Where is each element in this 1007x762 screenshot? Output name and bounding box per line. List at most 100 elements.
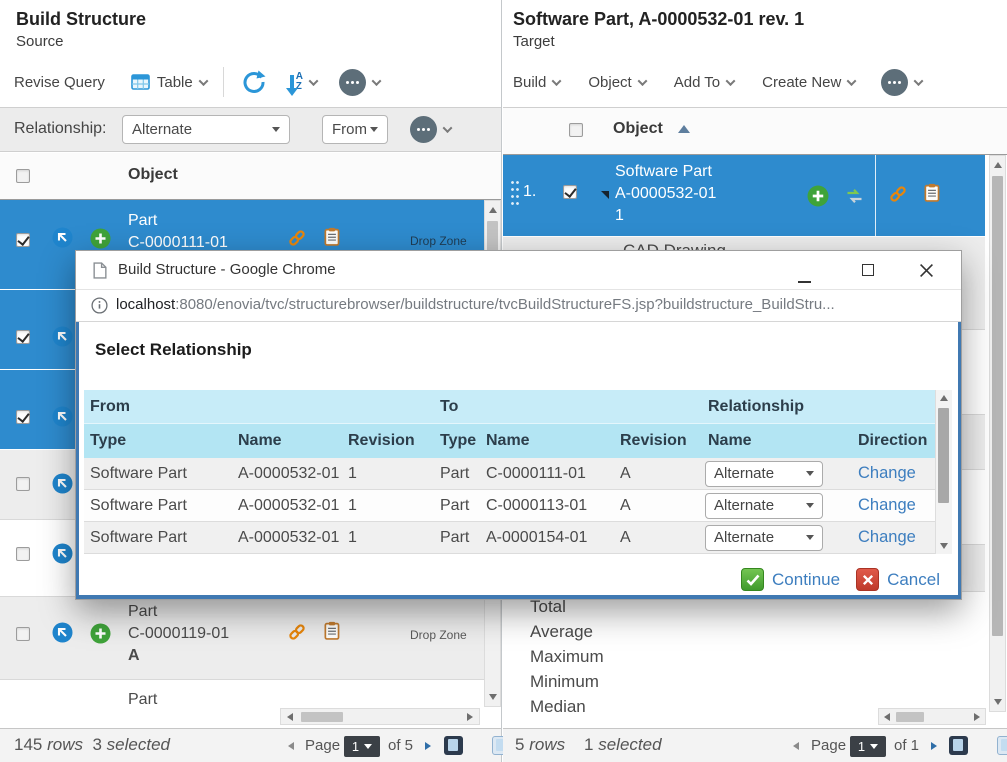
drop-zone[interactable]: Drop Zone	[410, 628, 467, 642]
relationship-select[interactable]: Alternate	[122, 115, 290, 144]
scrollbar-thumb[interactable]	[301, 712, 343, 722]
maximize-button[interactable]	[862, 264, 874, 276]
page-label: Page	[305, 737, 340, 754]
object-menu-button[interactable]: Object	[588, 74, 645, 91]
scrollbar-thumb[interactable]	[992, 176, 1003, 636]
continue-button[interactable]	[741, 568, 764, 591]
cancel-button[interactable]	[856, 568, 879, 591]
scroll-up-icon[interactable]	[489, 207, 497, 213]
object-column-header[interactable]: Object	[613, 120, 663, 138]
navigate-icon[interactable]	[52, 227, 73, 253]
scroll-up-icon[interactable]	[940, 395, 948, 401]
refresh-button[interactable]	[240, 68, 268, 96]
minimize-icon	[798, 281, 811, 283]
dialog-table-scrollbar[interactable]	[935, 390, 952, 554]
clipboard-icon[interactable]	[324, 621, 340, 645]
row-name[interactable]: C-0000119-01	[128, 623, 229, 645]
replace-icon[interactable]	[845, 188, 864, 209]
to-name: C-0000111-01	[480, 465, 614, 483]
relationship-select-value: Alternate	[714, 497, 774, 514]
source-more-menu-button[interactable]	[339, 69, 380, 96]
row-name[interactable]: A-0000532-01	[615, 183, 716, 205]
navigate-icon[interactable]	[52, 406, 73, 432]
object-column-header[interactable]: Object	[128, 166, 178, 184]
select-all-checkbox[interactable]	[16, 169, 30, 183]
row-checkbox[interactable]	[16, 627, 30, 641]
scrollbar-thumb[interactable]	[896, 712, 924, 722]
minimize-button[interactable]	[798, 270, 811, 288]
relationship-select[interactable]: Alternate	[705, 461, 823, 487]
page-select[interactable]: 1	[344, 736, 380, 757]
select-all-checkbox[interactable]	[569, 123, 583, 137]
add-to-menu-button[interactable]: Add To	[674, 74, 734, 91]
scroll-left-icon[interactable]	[884, 713, 890, 721]
link-icon[interactable]	[889, 185, 907, 208]
build-menu-button[interactable]: Build	[513, 74, 560, 91]
drag-handle[interactable]	[510, 179, 519, 209]
maximize-rows-button[interactable]	[444, 736, 463, 755]
source-toolbar: Revise Query Table A	[0, 60, 502, 104]
row-checkbox[interactable]	[16, 233, 30, 247]
clipboard-icon[interactable]	[924, 183, 940, 207]
navigate-icon[interactable]	[52, 622, 73, 648]
prev-page-button[interactable]	[288, 742, 294, 750]
target-more-menu-button[interactable]	[881, 69, 922, 96]
row-checkbox[interactable]	[16, 330, 30, 344]
sort-ascending-icon[interactable]	[678, 125, 690, 133]
popup-titlebar[interactable]: Build Structure - Google Chrome	[76, 251, 961, 290]
add-icon[interactable]	[90, 623, 111, 649]
collapse-icon[interactable]	[601, 191, 609, 199]
change-direction-link[interactable]: Change	[852, 464, 935, 483]
scroll-down-icon[interactable]	[994, 699, 1002, 705]
table-view-button[interactable]: Table	[131, 74, 207, 91]
page-size-button[interactable]	[997, 736, 1007, 755]
change-direction-link[interactable]: Change	[852, 496, 935, 515]
url-text[interactable]: localhost:8080/enovia/tvc/structurebrows…	[116, 296, 835, 314]
row-checkbox[interactable]	[563, 185, 577, 199]
prev-page-button[interactable]	[793, 742, 799, 750]
scrollbar-thumb[interactable]	[938, 408, 949, 503]
drop-zone[interactable]: Drop Zone	[410, 234, 467, 248]
maximize-rows-button[interactable]	[949, 736, 968, 755]
app: Build Structure Source Revise Query Tabl…	[0, 0, 1007, 762]
page-select[interactable]: 1	[850, 736, 886, 757]
direction-select[interactable]: From	[322, 115, 388, 144]
target-horizontal-scrollbar[interactable]	[878, 708, 986, 725]
scroll-right-icon[interactable]	[974, 713, 980, 721]
sort-button[interactable]: A Z	[290, 72, 317, 92]
source-horizontal-scrollbar[interactable]	[280, 708, 480, 725]
close-button[interactable]	[919, 263, 934, 283]
link-icon[interactable]	[288, 623, 306, 646]
scroll-up-icon[interactable]	[994, 162, 1002, 168]
scroll-down-icon[interactable]	[940, 543, 948, 549]
link-icon[interactable]	[288, 229, 306, 252]
navigate-icon[interactable]	[52, 326, 73, 352]
scroll-right-icon[interactable]	[467, 713, 473, 721]
cancel-label[interactable]: Cancel	[887, 570, 940, 590]
scroll-down-icon[interactable]	[489, 694, 497, 700]
table-row[interactable]: Part C-0000119-01 A Drop Zone	[0, 597, 501, 680]
add-icon[interactable]	[807, 185, 829, 212]
next-page-button[interactable]	[425, 742, 431, 750]
row-checkbox[interactable]	[16, 547, 30, 561]
row-checkbox[interactable]	[16, 477, 30, 491]
clipboard-icon[interactable]	[324, 227, 340, 251]
target-vertical-scrollbar[interactable]	[989, 155, 1006, 712]
continue-label[interactable]: Continue	[772, 570, 840, 590]
sort-az-icon: A Z	[290, 72, 303, 92]
row-checkbox[interactable]	[16, 410, 30, 424]
table-row[interactable]: 1. Software Part A-0000532-01 1	[503, 155, 985, 237]
scroll-left-icon[interactable]	[287, 713, 293, 721]
relationship-select[interactable]: Alternate	[705, 525, 823, 551]
filter-more-menu-button[interactable]	[410, 116, 451, 143]
popup-url-bar[interactable]: localhost:8080/enovia/tvc/structurebrows…	[76, 290, 961, 322]
next-page-button[interactable]	[931, 742, 937, 750]
build-structure-popup: Build Structure - Google Chrome localhos…	[75, 250, 962, 600]
relationship-select[interactable]: Alternate	[705, 493, 823, 519]
info-icon[interactable]	[91, 297, 108, 319]
create-new-menu-button[interactable]: Create New	[762, 74, 855, 91]
navigate-icon[interactable]	[52, 543, 73, 569]
change-direction-link[interactable]: Change	[852, 528, 935, 547]
revise-query-button[interactable]: Revise Query	[14, 74, 105, 91]
navigate-icon[interactable]	[52, 473, 73, 499]
